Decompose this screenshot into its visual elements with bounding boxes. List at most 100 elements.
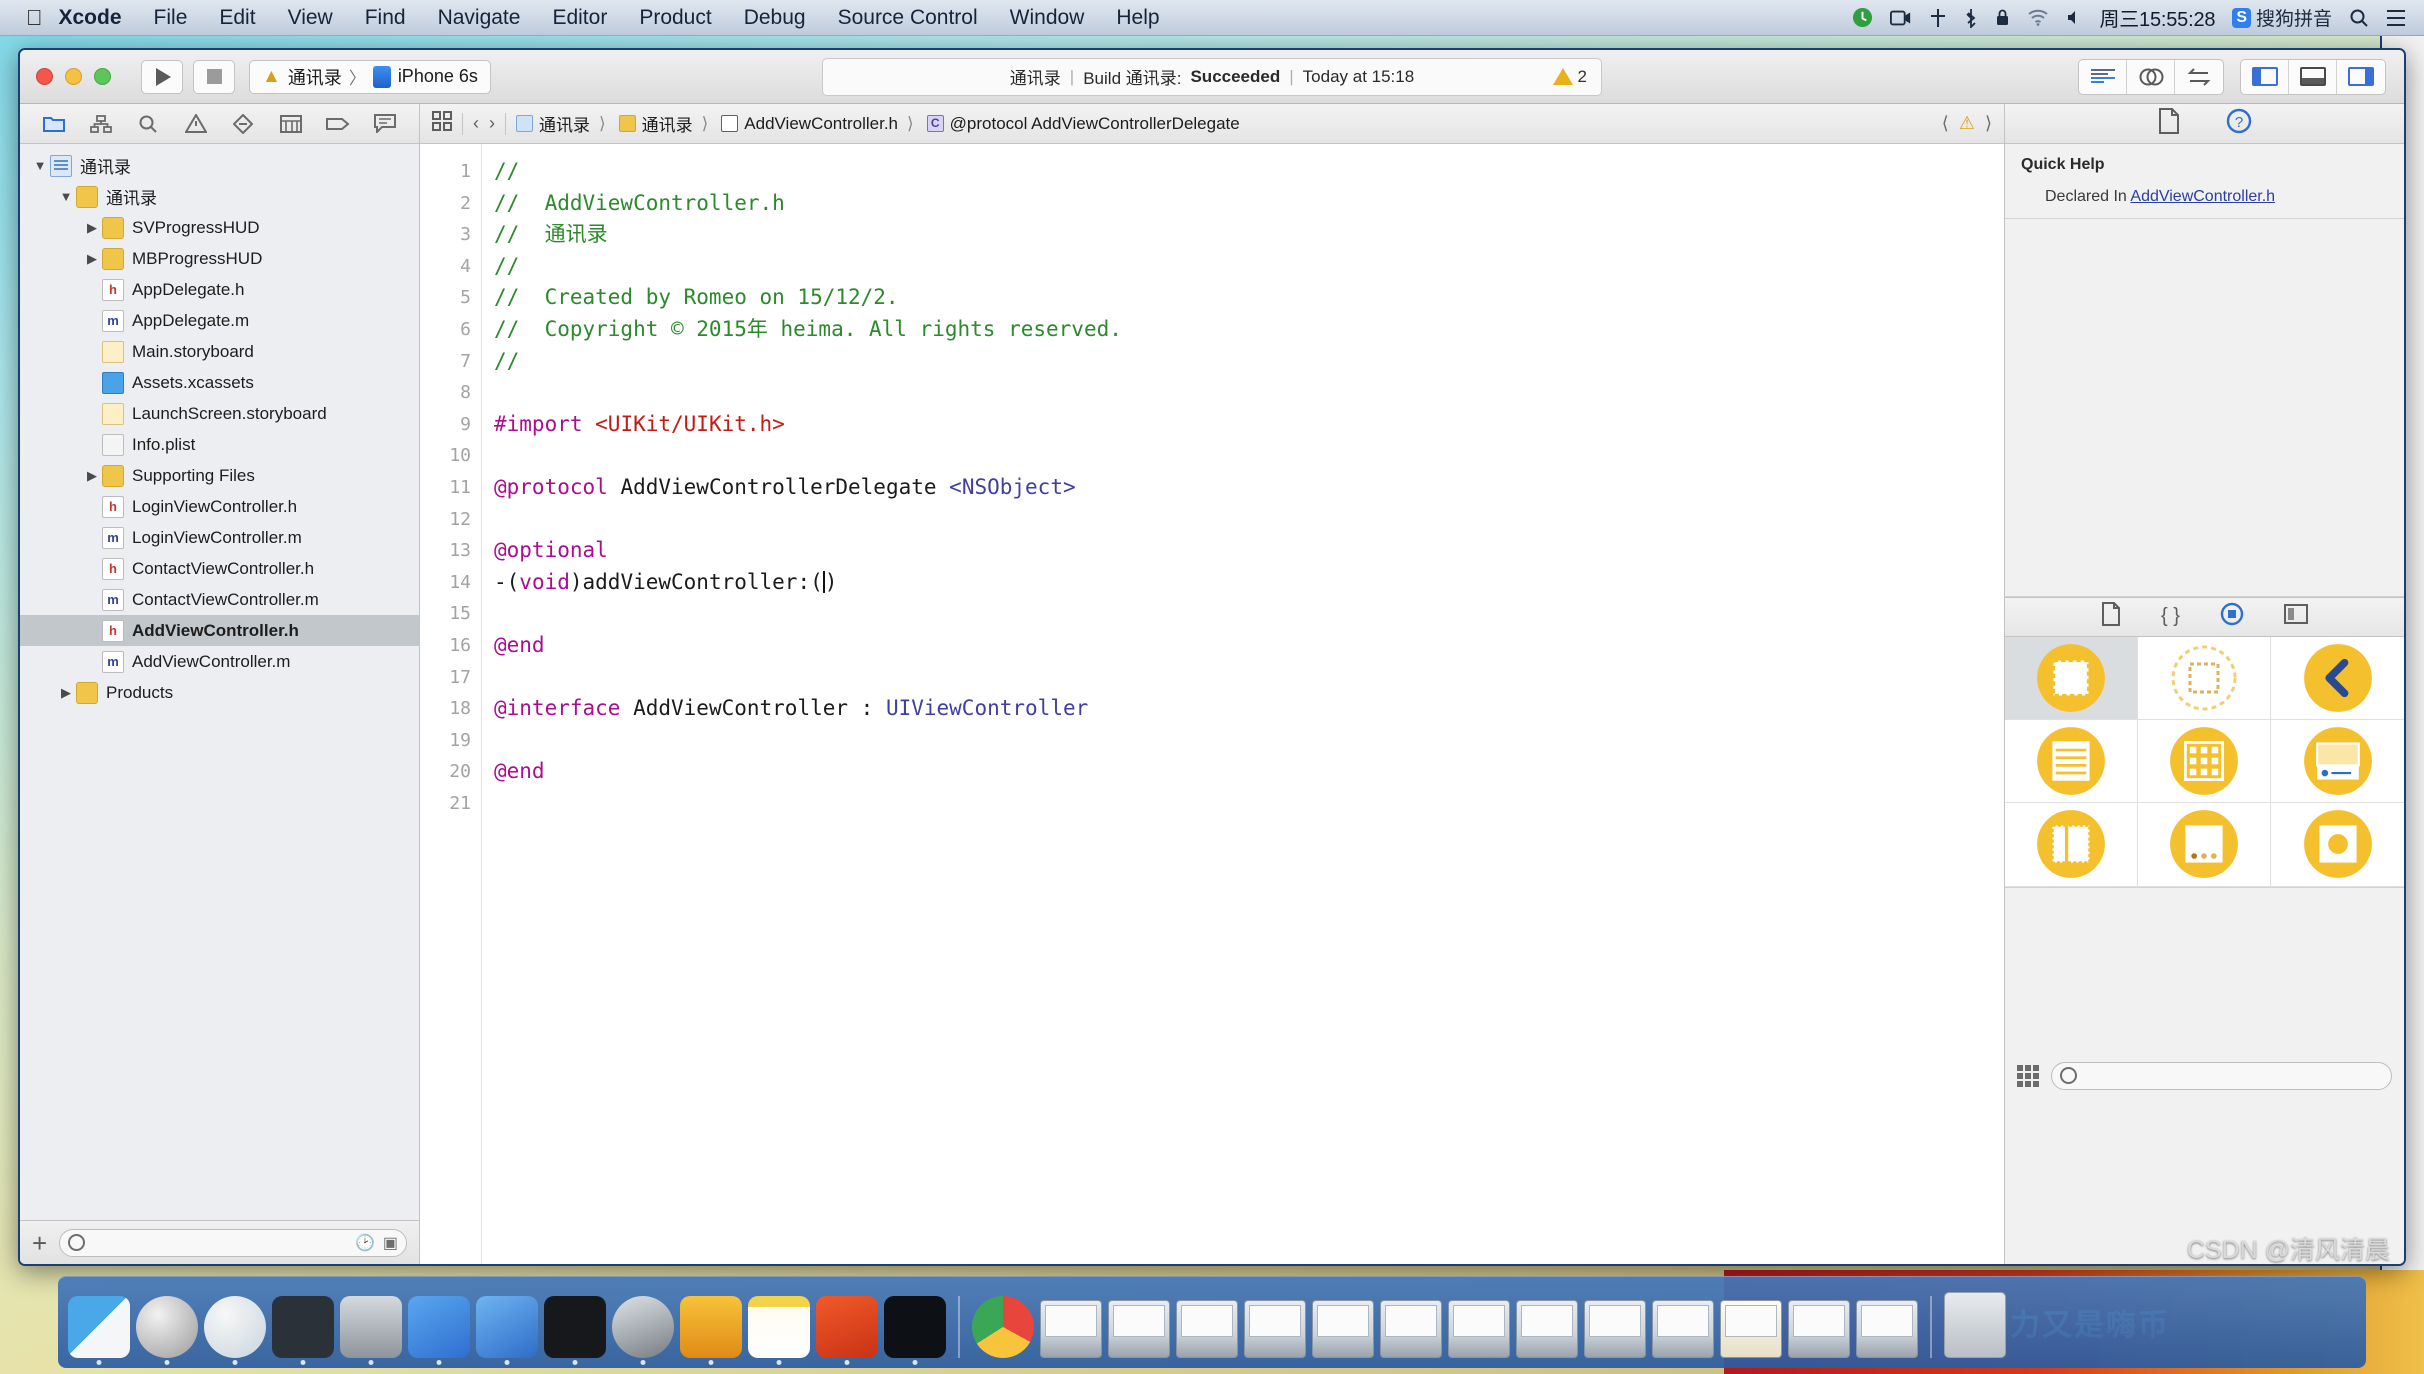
code-line[interactable] xyxy=(494,662,2004,694)
dock-window-thumbnail[interactable] xyxy=(1516,1300,1578,1358)
file-tree-row[interactable]: ▼ 通讯录 xyxy=(20,150,419,181)
disclosure-closed-icon[interactable]: ▶ xyxy=(82,468,102,484)
add-file-button[interactable]: + xyxy=(32,1230,47,1256)
library-item-cell[interactable] xyxy=(2271,637,2404,720)
file-tree-row[interactable]: m LoginViewController.m xyxy=(20,522,419,553)
file-tree-row[interactable]: Assets.xcassets xyxy=(20,367,419,398)
wifi-icon[interactable] xyxy=(2027,9,2049,26)
file-template-library-tab[interactable] xyxy=(2101,601,2121,632)
menu-item-file[interactable]: File xyxy=(138,6,204,30)
menu-item-window[interactable]: Window xyxy=(994,6,1101,30)
library-item-cell[interactable] xyxy=(2138,719,2271,804)
file-tree-row[interactable]: Main.storyboard xyxy=(20,336,419,367)
file-tree-row[interactable]: m ContactViewController.m xyxy=(20,584,419,615)
code-line[interactable]: @protocol AddViewControllerDelegate <NSO… xyxy=(494,472,2004,504)
issue-navigator-tab[interactable] xyxy=(179,111,213,137)
quick-help-inspector-tab[interactable]: ? xyxy=(2226,108,2252,140)
file-tree-row[interactable]: h AppDelegate.h xyxy=(20,274,419,305)
dock[interactable] xyxy=(58,1276,2366,1368)
menu-item-debug[interactable]: Debug xyxy=(728,6,822,30)
code-line[interactable]: // Created by Romeo on 15/12/2. xyxy=(494,282,2004,314)
navigator-toggle-button[interactable] xyxy=(2241,59,2289,94)
standard-editor-button[interactable] xyxy=(2079,59,2127,94)
object-library-grid[interactable] xyxy=(2005,636,2404,887)
warning-icon[interactable]: ⚠ xyxy=(1959,113,1975,134)
menu-item-xcode[interactable]: Xcode xyxy=(43,6,138,30)
breadcrumb-symbol[interactable]: C @protocol AddViewControllerDelegate xyxy=(926,114,1240,134)
file-tree-row[interactable]: Info.plist xyxy=(20,429,419,460)
file-tree-row[interactable]: h ContactViewController.h xyxy=(20,553,419,584)
next-issue-button[interactable]: ⟩ xyxy=(1985,113,1992,134)
notes-icon[interactable] xyxy=(748,1296,810,1365)
code-line[interactable] xyxy=(494,598,2004,630)
code-line[interactable]: @end xyxy=(494,630,2004,662)
filter-scope-icon[interactable] xyxy=(2060,1067,2077,1085)
code-line[interactable] xyxy=(494,725,2004,757)
zoom-window-button[interactable] xyxy=(94,68,111,85)
menu-item-edit[interactable]: Edit xyxy=(203,6,271,30)
bluetooth-icon[interactable] xyxy=(1964,8,1978,28)
chrome-icon[interactable] xyxy=(972,1296,1034,1358)
system-preferences-icon[interactable] xyxy=(612,1296,674,1365)
trash-icon[interactable] xyxy=(1944,1292,2006,1358)
library-item-cell[interactable] xyxy=(2138,636,2271,720)
breadcrumb-project[interactable]: 通讯录 ⟩ xyxy=(516,111,609,136)
time-machine-icon[interactable] xyxy=(1852,7,1873,28)
utilities-toggle-button[interactable] xyxy=(2337,60,2385,94)
clock-icon[interactable]: 🕑 xyxy=(355,1233,375,1253)
disclosure-closed-icon[interactable]: ▶ xyxy=(82,220,102,236)
project-navigator-tab[interactable] xyxy=(37,111,71,137)
input-method-indicator[interactable]: S 搜狗拼音 xyxy=(2232,4,2332,31)
code-line[interactable] xyxy=(494,440,2004,472)
dock-window-thumbnail[interactable] xyxy=(1176,1300,1238,1358)
dock-window-thumbnail[interactable] xyxy=(1584,1300,1646,1358)
related-items-icon[interactable] xyxy=(432,111,452,136)
apple-menu-icon[interactable]:  xyxy=(26,6,43,29)
activity-view[interactable]: 通讯录 | Build 通讯录: Succeeded | Today at 15… xyxy=(822,57,1602,96)
menu-item-view[interactable]: View xyxy=(272,6,349,30)
library-item-cell[interactable] xyxy=(2005,719,2138,804)
menu-item-find[interactable]: Find xyxy=(349,6,422,30)
project-file-tree[interactable]: ▼ 通讯录 ▼ 通讯录 ▶ SVProgressHUD ▶ MBProgressHUD h App… xyxy=(20,144,419,1220)
library-item-cell[interactable] xyxy=(2005,803,2138,887)
code-line[interactable]: // AddViewController.h xyxy=(494,188,2004,220)
dock-window-thumbnail[interactable] xyxy=(1788,1300,1850,1358)
version-editor-button[interactable] xyxy=(2175,60,2223,94)
library-filter-field[interactable] xyxy=(2051,1061,2392,1090)
code-line[interactable]: #import <UIKit/UIKit.h> xyxy=(494,409,2004,441)
dock-window-thumbnail[interactable] xyxy=(1244,1300,1306,1358)
dock-window-thumbnail[interactable] xyxy=(1040,1300,1102,1358)
dock-window-thumbnail[interactable] xyxy=(1720,1300,1782,1358)
quick-help-value[interactable]: AddViewController.h xyxy=(2130,188,2275,205)
code-line[interactable]: -(void)addViewController:() xyxy=(494,567,2004,599)
iterm-icon[interactable] xyxy=(884,1296,946,1365)
pages-icon[interactable] xyxy=(816,1296,878,1365)
dock-window-thumbnail[interactable] xyxy=(1856,1300,1918,1358)
source-code-area[interactable]: 1 2 3 4 5 6 7 8 9 10 11 12 13 14 15 16 17 18 19 20 21 //// A… xyxy=(420,144,2004,1264)
library-item-cell[interactable] xyxy=(2138,803,2271,887)
navigate-back-button[interactable]: ‹ xyxy=(473,113,479,134)
test-navigator-tab[interactable] xyxy=(226,111,260,137)
menu-item-source-control[interactable]: Source Control xyxy=(822,6,994,30)
find-navigator-tab[interactable] xyxy=(131,111,165,137)
code-line[interactable]: // xyxy=(494,346,2004,378)
report-navigator-tab[interactable] xyxy=(368,111,402,137)
filter-scope-icon[interactable] xyxy=(68,1234,86,1251)
code-line[interactable]: // Copyright © 2015年 heima. All rights r… xyxy=(494,314,2004,346)
focus-icon[interactable]: ▣ xyxy=(383,1233,398,1253)
navigator-filter-field[interactable]: 🕑 ▣ xyxy=(59,1228,407,1257)
file-tree-row[interactable]: ▶ MBProgressHUD xyxy=(20,243,419,274)
object-library-tab[interactable] xyxy=(2220,602,2244,632)
disclosure-closed-icon[interactable]: ▶ xyxy=(56,685,76,701)
media-library-tab[interactable] xyxy=(2283,603,2308,630)
code-line[interactable]: // xyxy=(494,251,2004,283)
navigate-forward-button[interactable]: › xyxy=(489,113,495,134)
quicktime-icon[interactable] xyxy=(340,1296,402,1365)
file-tree-row[interactable]: LaunchScreen.storyboard xyxy=(20,398,419,429)
close-window-button[interactable] xyxy=(36,68,53,85)
dock-window-thumbnail[interactable] xyxy=(1652,1300,1714,1358)
code-line[interactable] xyxy=(494,504,2004,536)
file-tree-row[interactable]: ▼ 通讯录 xyxy=(20,181,419,212)
source-code-text[interactable]: // // AddViewController.h // 通讯录 // // Creat… xyxy=(482,144,2004,1264)
terminal-icon[interactable] xyxy=(544,1296,606,1365)
